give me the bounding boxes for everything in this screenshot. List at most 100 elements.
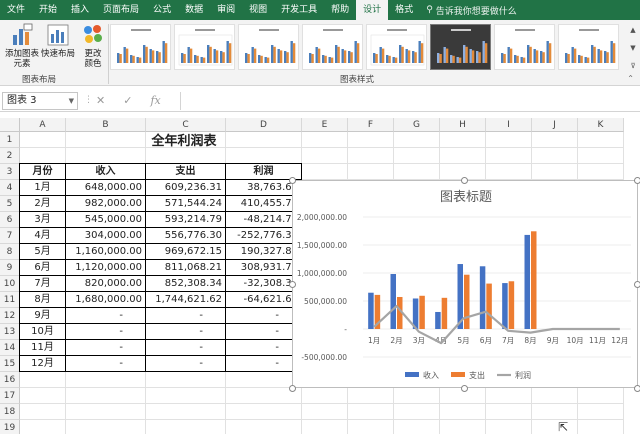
chart-style-thumbnail[interactable] — [558, 24, 619, 70]
table-cell[interactable]: 4月 — [19, 227, 66, 244]
tab-8[interactable]: 开发工具 — [274, 0, 324, 20]
grid-cell[interactable] — [348, 132, 394, 148]
table-header-cell[interactable]: 支出 — [145, 163, 226, 180]
grid-cell[interactable] — [348, 404, 394, 420]
select-all-corner[interactable] — [0, 118, 20, 132]
column-header-A[interactable]: A — [20, 118, 66, 132]
table-header-cell[interactable]: 月份 — [19, 163, 66, 180]
row-header-2[interactable]: 2 — [0, 148, 20, 164]
row-header-13[interactable]: 13 — [0, 324, 20, 340]
grid-cell[interactable] — [394, 148, 440, 164]
tab-7[interactable]: 视图 — [242, 0, 274, 20]
table-cell[interactable]: 410,455.76 — [225, 195, 302, 212]
grid-cell[interactable] — [66, 372, 146, 388]
row-header-10[interactable]: 10 — [0, 276, 20, 292]
table-cell[interactable]: 811,068.21 — [145, 259, 226, 276]
table-cell[interactable]: 571,544.24 — [145, 195, 226, 212]
change-color-button[interactable]: 更改 颜色 — [78, 22, 108, 69]
chart-style-thumbnail[interactable] — [174, 24, 235, 70]
table-cell[interactable]: - — [145, 323, 226, 340]
grid-cell[interactable] — [578, 420, 624, 434]
tab-10[interactable]: 设计 — [356, 0, 389, 20]
row-header-14[interactable]: 14 — [0, 340, 20, 356]
table-cell[interactable]: 12月 — [19, 355, 66, 372]
grid-cell[interactable] — [486, 388, 532, 404]
chart-style-thumbnail[interactable] — [110, 24, 171, 70]
tab-5[interactable]: 数据 — [178, 0, 210, 20]
enter-icon[interactable]: ✓ — [123, 94, 132, 107]
chart-resize-handle-tr[interactable] — [634, 177, 640, 184]
grid-cell[interactable] — [348, 420, 394, 434]
grid-cell[interactable] — [532, 164, 578, 180]
table-cell[interactable]: - — [225, 339, 302, 356]
collapse-ribbon-icon[interactable]: ⌃ — [627, 74, 634, 83]
chart-style-thumbnail[interactable] — [366, 24, 427, 70]
grid-cell[interactable] — [578, 132, 624, 148]
grid-cell[interactable] — [394, 388, 440, 404]
grid-cell[interactable] — [486, 148, 532, 164]
gallery-down-icon[interactable]: ▼ — [630, 44, 635, 52]
grid-cell[interactable] — [302, 148, 348, 164]
chart-style-thumbnail[interactable] — [494, 24, 555, 70]
grid-cell[interactable] — [578, 404, 624, 420]
row-header-16[interactable]: 16 — [0, 372, 20, 388]
table-cell[interactable]: -252,776.30 — [225, 227, 302, 244]
grid-cell[interactable] — [66, 388, 146, 404]
tab-4[interactable]: 公式 — [146, 0, 178, 20]
tab-1[interactable]: 开始 — [32, 0, 64, 20]
tab-0[interactable]: 文件 — [0, 0, 32, 20]
grid-cell[interactable] — [20, 420, 66, 434]
grid-cell[interactable] — [302, 388, 348, 404]
grid-cell[interactable] — [66, 404, 146, 420]
row-header-1[interactable]: 1 — [0, 132, 20, 148]
grid-cell[interactable] — [20, 372, 66, 388]
row-header-19[interactable]: 19 — [0, 420, 20, 434]
grid-cell[interactable] — [146, 372, 226, 388]
grid-cell[interactable] — [486, 420, 532, 434]
grid-cell[interactable] — [226, 404, 302, 420]
table-cell[interactable]: - — [225, 307, 302, 324]
chart-style-thumbnail[interactable] — [302, 24, 363, 70]
row-header-6[interactable]: 6 — [0, 212, 20, 228]
column-header-D[interactable]: D — [226, 118, 302, 132]
grid-cell[interactable] — [146, 388, 226, 404]
column-header-G[interactable]: G — [394, 118, 440, 132]
grid-cell[interactable] — [302, 164, 348, 180]
row-header-18[interactable]: 18 — [0, 404, 20, 420]
embedded-chart[interactable]: 图表标题 2,000,000.00 1,500,000.00 1,000,000.00… — [292, 180, 638, 388]
row-header-12[interactable]: 12 — [0, 308, 20, 324]
grid-cell[interactable] — [302, 132, 348, 148]
column-header-K[interactable]: K — [578, 118, 624, 132]
tab-11[interactable]: 格式 — [388, 0, 420, 20]
table-cell[interactable]: 820,000.00 — [65, 275, 146, 292]
table-cell[interactable]: 969,672.15 — [145, 243, 226, 260]
grid-cell[interactable] — [20, 132, 66, 148]
table-cell[interactable]: 1,744,621.62 — [145, 291, 226, 308]
grid-cell[interactable] — [394, 132, 440, 148]
grid-cell[interactable] — [66, 420, 146, 434]
add-chart-element-button[interactable]: 添加图表 元素 — [2, 22, 42, 69]
chart-resize-handle-t[interactable] — [461, 177, 468, 184]
grid-cell[interactable] — [440, 148, 486, 164]
row-header-7[interactable]: 7 — [0, 228, 20, 244]
tab-2[interactable]: 插入 — [64, 0, 96, 20]
grid-cell[interactable] — [440, 420, 486, 434]
grid-cell[interactable] — [532, 404, 578, 420]
grid-cell[interactable] — [440, 404, 486, 420]
row-header-3[interactable]: 3 — [0, 164, 20, 180]
gallery-scroller[interactable]: ▲ ▼ ⊽ — [628, 26, 638, 70]
table-cell[interactable]: - — [145, 355, 226, 372]
grid-cell[interactable] — [532, 148, 578, 164]
grid-cell[interactable] — [532, 420, 578, 434]
column-header-E[interactable]: E — [302, 118, 348, 132]
column-header-C[interactable]: C — [146, 118, 226, 132]
grid-cell[interactable] — [532, 132, 578, 148]
table-cell[interactable]: - — [65, 355, 146, 372]
table-cell[interactable]: 609,236.31 — [145, 179, 226, 196]
row-header-8[interactable]: 8 — [0, 244, 20, 260]
grid-cell[interactable] — [440, 132, 486, 148]
grid-cell[interactable] — [146, 404, 226, 420]
table-cell[interactable]: - — [225, 323, 302, 340]
table-cell[interactable]: 852,308.34 — [145, 275, 226, 292]
row-header-9[interactable]: 9 — [0, 260, 20, 276]
